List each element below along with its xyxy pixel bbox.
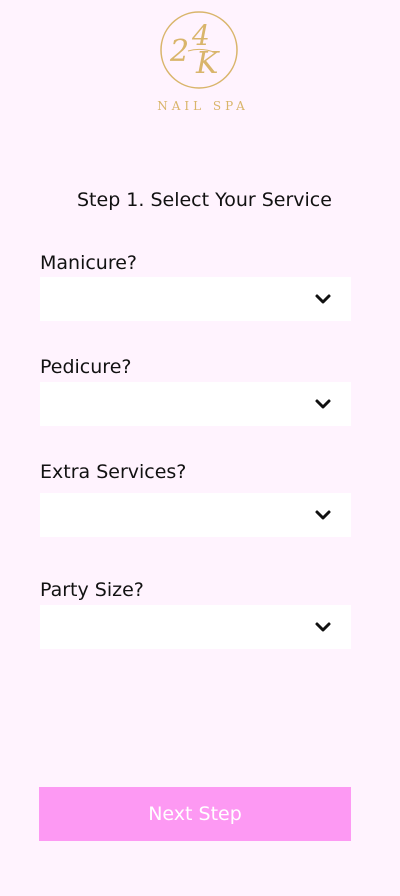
chevron-down-icon (315, 399, 331, 409)
next-step-button[interactable]: Next Step (39, 787, 351, 841)
extra-services-label: Extra Services? (40, 461, 187, 483)
party-size-label: Party Size? (40, 579, 144, 601)
chevron-down-icon (315, 294, 331, 304)
extra-services-select[interactable] (40, 493, 351, 537)
chevron-down-icon (315, 622, 331, 632)
party-size-select[interactable] (40, 605, 351, 649)
pedicure-select[interactable] (40, 382, 351, 426)
svg-text:K: K (195, 46, 220, 81)
logo-monogram-emblem: 2 4 K (160, 11, 238, 89)
manicure-label: Manicure? (40, 252, 138, 274)
step-title: Step 1. Select Your Service (77, 189, 332, 211)
logo-subtitle: NAIL SPA (157, 99, 249, 113)
svg-text:2: 2 (169, 34, 189, 69)
brand-logo: 2 4 K NAIL SPA (0, 8, 400, 118)
chevron-down-icon (315, 510, 331, 520)
pedicure-label: Pedicure? (40, 356, 132, 378)
manicure-select[interactable] (40, 277, 351, 321)
